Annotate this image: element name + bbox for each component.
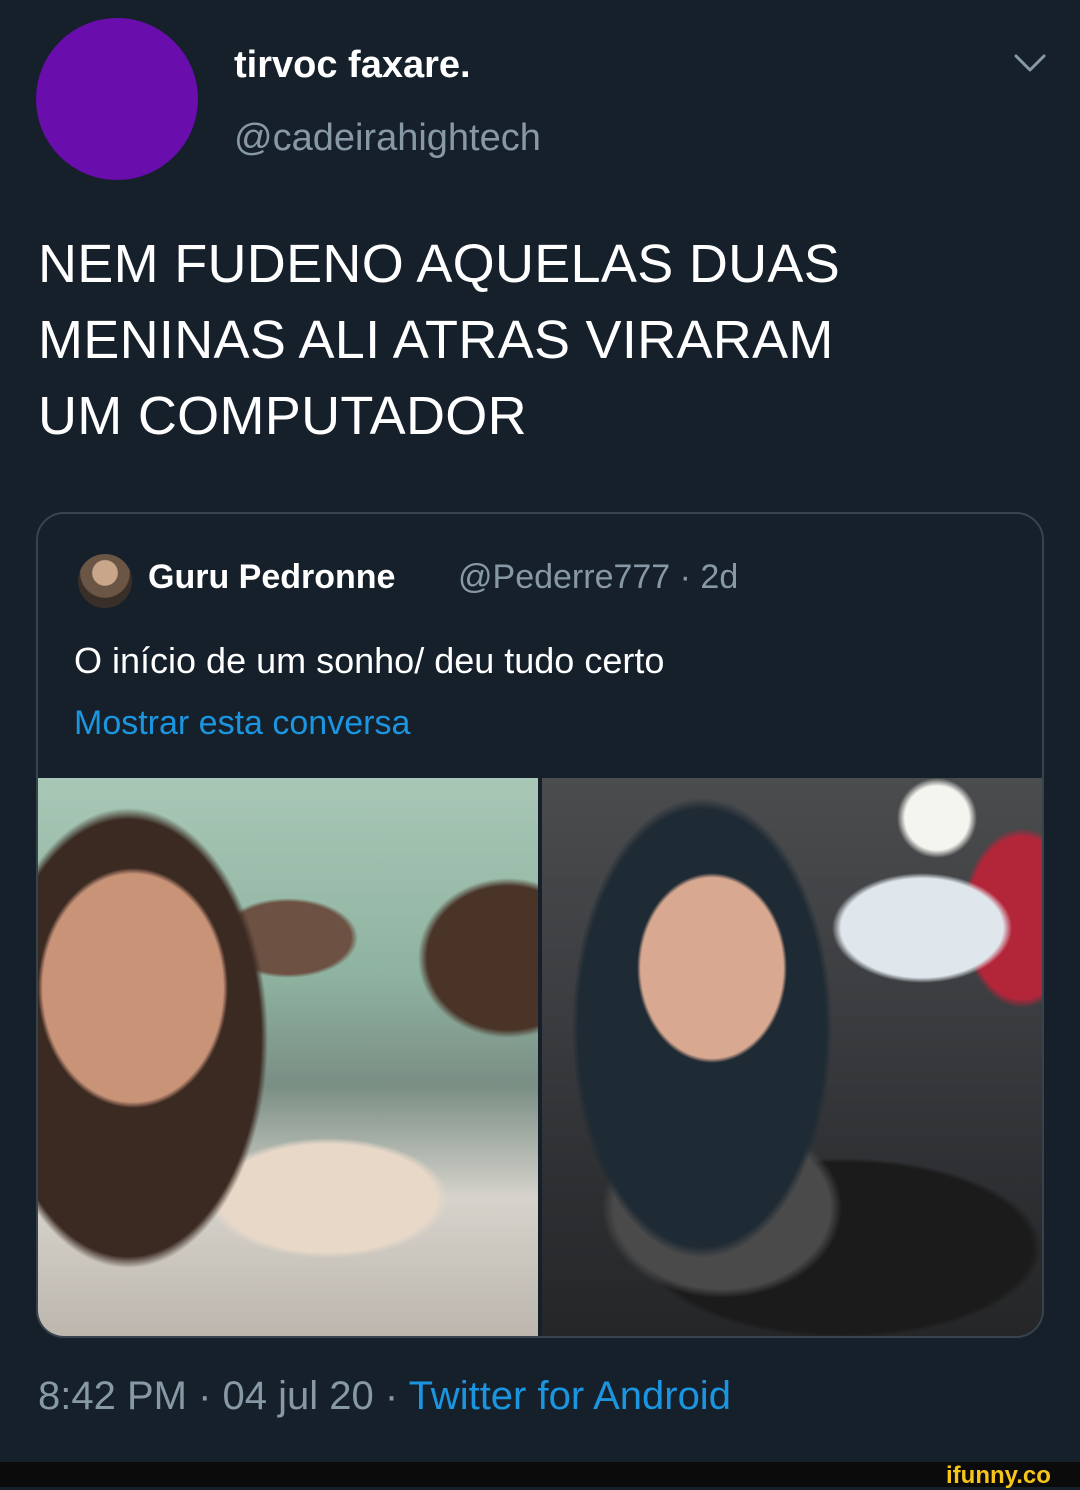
tweet-source-link[interactable]: Twitter for Android bbox=[409, 1374, 731, 1418]
ifunny-watermark: ifunny.co bbox=[946, 1462, 1051, 1489]
show-thread-link[interactable]: Mostrar esta conversa bbox=[74, 704, 410, 743]
quoted-photo-classroom[interactable] bbox=[38, 778, 538, 1336]
tweet-timestamp: 8:42 PM · 04 jul 20 · bbox=[38, 1374, 409, 1418]
watermark-bar bbox=[0, 1462, 1080, 1487]
tweet-meta: 8:42 PM · 04 jul 20 · Twitter for Androi… bbox=[38, 1374, 731, 1419]
tweet-text: NEM FUDENO AQUELAS DUAS MENINAS ALI ATRA… bbox=[38, 234, 841, 446]
quoted-author-avatar[interactable] bbox=[78, 554, 132, 608]
quoted-photo-tattoo-studio[interactable] bbox=[542, 778, 1042, 1336]
quoted-author-handle: @Pederre777 · 2d bbox=[458, 558, 739, 596]
author-display-name[interactable]: tirvoc faxare. bbox=[234, 44, 471, 87]
quoted-tweet-card[interactable]: Guru Pedronne @Pederre777 · 2d O início … bbox=[36, 512, 1044, 1338]
quoted-author-name[interactable]: Guru Pedronne bbox=[148, 558, 395, 597]
chevron-down-icon[interactable] bbox=[1010, 48, 1050, 78]
author-avatar[interactable] bbox=[36, 18, 198, 180]
quoted-tweet-text: O início de um sonho/ deu tudo certo bbox=[74, 640, 665, 681]
author-handle[interactable]: @cadeirahightech bbox=[234, 117, 541, 160]
